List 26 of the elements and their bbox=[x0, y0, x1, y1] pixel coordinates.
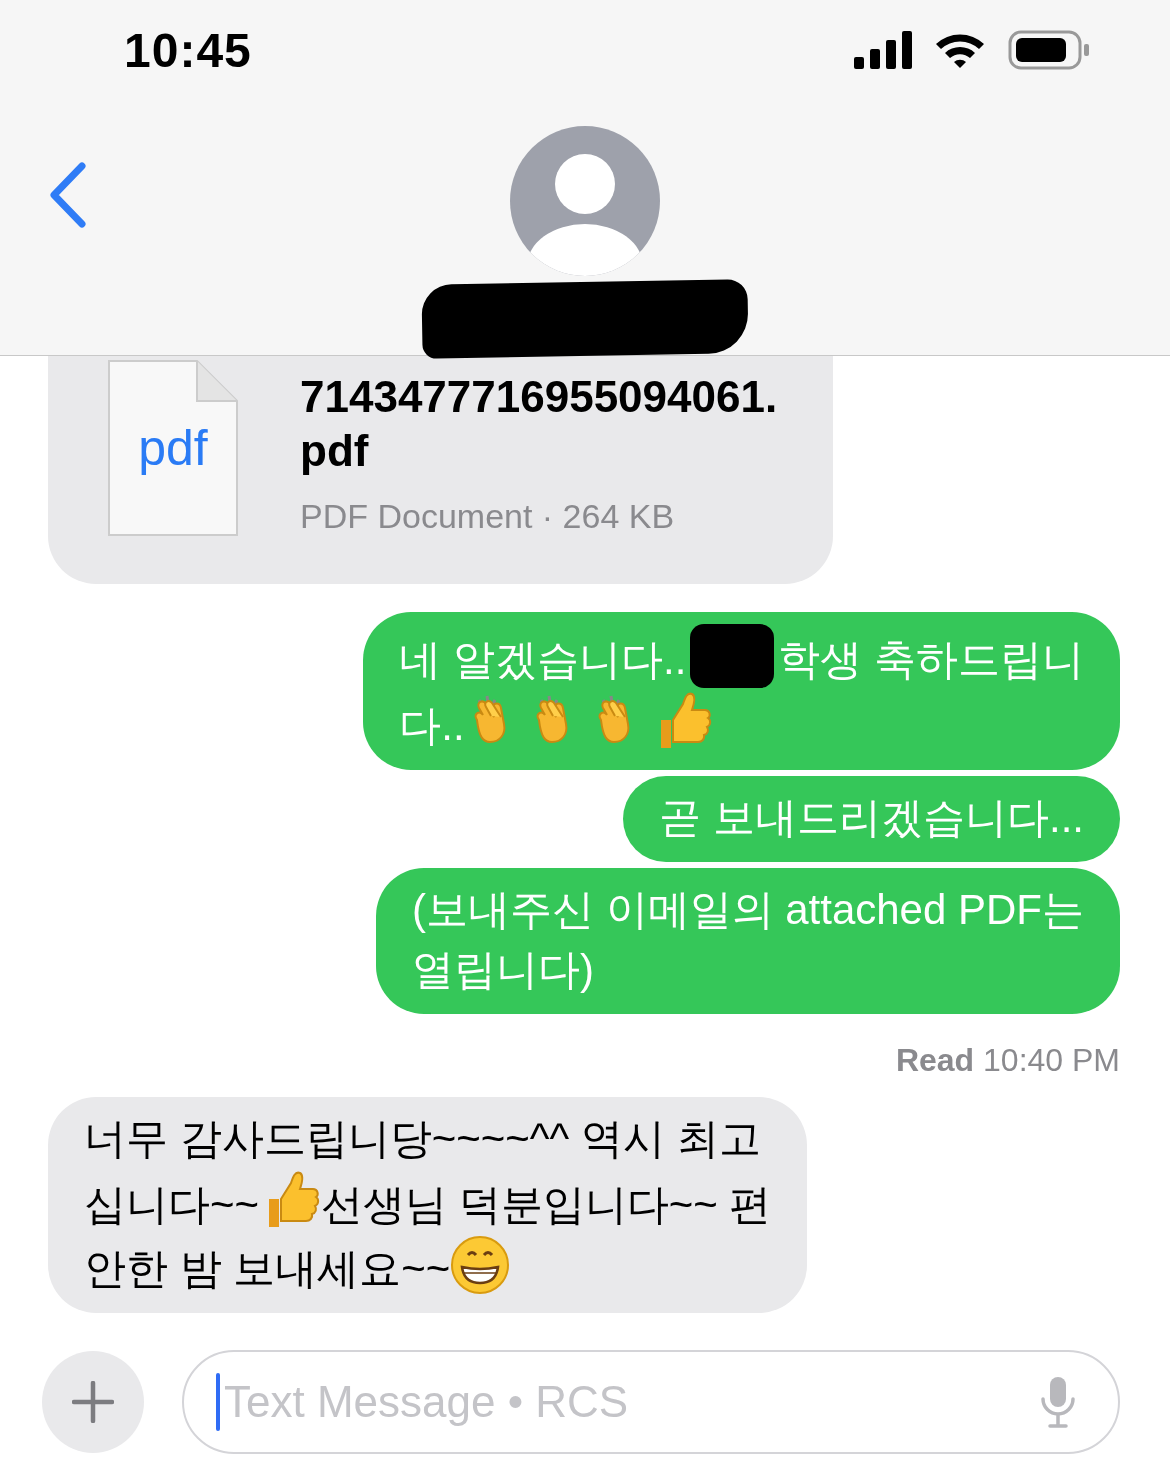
message-text: 너무 감사드립니당~~~~^^ 역시 최고 bbox=[84, 1115, 761, 1162]
message-text: 선생님 덕분입니다~~ 편 bbox=[321, 1181, 772, 1228]
message-text: (보내주신 이메일의 attached PDF는 bbox=[411, 886, 1084, 933]
signal-icon bbox=[854, 31, 912, 69]
text-cursor bbox=[216, 1372, 220, 1431]
message-text: 안한 밤 보내세요~~ bbox=[84, 1245, 451, 1292]
read-label: Read bbox=[895, 1042, 975, 1078]
message-text: 십니다~~ bbox=[84, 1181, 260, 1228]
message-input-field[interactable]: Text Message • RCS bbox=[182, 1349, 1120, 1454]
plus-icon bbox=[72, 1380, 114, 1423]
file-type-label: pdf bbox=[137, 419, 209, 478]
battery-icon bbox=[1008, 30, 1090, 70]
file-attachment-bubble[interactable]: pdf 7143477716955094061.pdf PDF Document · 264 KB bbox=[48, 356, 833, 584]
status-time: 10:45 bbox=[124, 22, 252, 78]
message-text: 열립니다) bbox=[411, 946, 594, 993]
message-text: 곧 보내드리겠습니다... bbox=[659, 794, 1084, 841]
message-text: 다.. bbox=[399, 702, 465, 749]
document-icon bbox=[108, 360, 238, 536]
microphone-icon[interactable] bbox=[1040, 1374, 1076, 1429]
read-time: 10:40 PM bbox=[983, 1042, 1120, 1078]
message-text: 학생 축하드립니 bbox=[778, 636, 1084, 683]
file-name: 7143477716955094061.pdf bbox=[300, 371, 779, 477]
file-details: PDF Document · 264 KB bbox=[300, 496, 676, 537]
message-text: 네 알겠습니다.. bbox=[399, 636, 687, 683]
back-icon[interactable] bbox=[48, 162, 88, 228]
grinning-face-icon bbox=[450, 1235, 511, 1295]
